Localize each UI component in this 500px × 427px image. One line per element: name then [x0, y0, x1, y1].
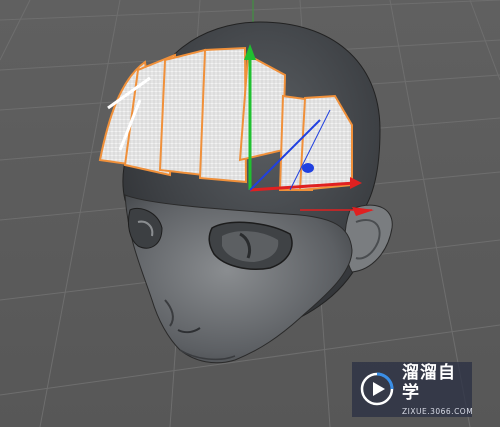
- watermark-badge: 溜溜自学 ZIXUE.3066.COM: [352, 362, 474, 417]
- watermark-title: 溜溜自学: [402, 363, 456, 403]
- gizmo-z-handle: [302, 163, 314, 173]
- play-triangle-icon: [360, 372, 394, 406]
- 3d-viewport[interactable]: 溜溜自学 ZIXUE.3066.COM: [0, 0, 500, 427]
- head-ear: [344, 204, 393, 273]
- watermark-url: ZIXUE.3066.COM: [402, 407, 474, 416]
